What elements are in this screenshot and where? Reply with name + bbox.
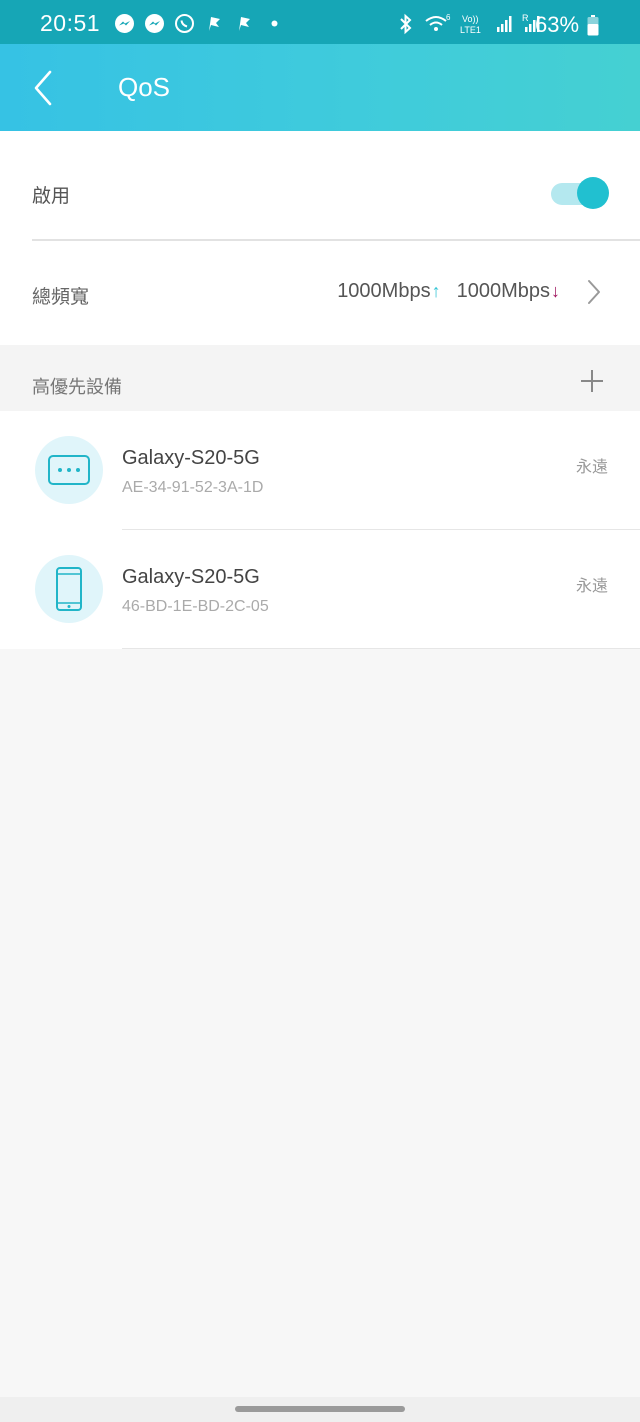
svg-text:6: 6 xyxy=(446,13,451,22)
wifi-icon: 6 xyxy=(424,13,452,39)
lte-label: LTE1 xyxy=(460,25,481,35)
dot-icon xyxy=(264,13,285,34)
other-device-icon xyxy=(48,455,90,485)
chevron-right-icon xyxy=(583,278,605,306)
app-header: QoS xyxy=(0,44,640,131)
status-bar: 20:51 6 Vo)) LTE1 R 63% xyxy=(0,0,640,44)
flag-icon xyxy=(204,13,225,34)
download-value: 1000Mbps xyxy=(456,280,550,302)
device-avatar xyxy=(35,555,103,623)
system-icons: 6 Vo)) LTE1 R xyxy=(396,13,542,39)
enable-toggle[interactable] xyxy=(549,175,611,211)
device-name: Galaxy-S20-5G xyxy=(122,566,260,588)
phone-icon xyxy=(56,567,82,611)
whatsapp-icon xyxy=(174,13,195,34)
messenger-icon xyxy=(144,13,165,34)
device-duration: 永遠 xyxy=(575,576,608,595)
flag-icon xyxy=(234,13,255,34)
back-button[interactable] xyxy=(30,68,60,108)
battery-percentage: 63% xyxy=(535,12,580,37)
roaming-label: R xyxy=(522,13,529,23)
volte-label: Vo)) xyxy=(462,14,479,24)
chevron-left-icon xyxy=(34,70,52,106)
status-time: 20:51 xyxy=(40,10,101,36)
divider xyxy=(32,239,640,241)
row-divider xyxy=(122,648,640,649)
bluetooth-icon xyxy=(396,13,416,39)
volte-icon: Vo)) LTE1 xyxy=(460,13,488,39)
battery-icon xyxy=(587,15,599,36)
page-title: QoS xyxy=(118,72,171,102)
upload-value: 1000Mbps xyxy=(337,280,431,302)
device-mac: 46-BD-1E-BD-2C-05 xyxy=(122,598,269,615)
device-duration: 永遠 xyxy=(575,457,608,476)
priority-devices-label: 高優先設備 xyxy=(32,377,122,398)
messenger-icon xyxy=(114,13,135,34)
device-row[interactable]: Galaxy-S20-5G 46-BD-1E-BD-2C-05 永遠 xyxy=(0,530,640,649)
device-name: Galaxy-S20-5G xyxy=(122,447,260,469)
bandwidth-label: 總頻寬 xyxy=(32,286,90,308)
toggle-thumb xyxy=(577,177,609,209)
notification-icons xyxy=(114,13,285,34)
priority-devices-header: 高優先設備 xyxy=(0,345,640,411)
device-list: Galaxy-S20-5G AE-34-91-52-3A-1D 永遠 Galax… xyxy=(0,411,640,649)
home-indicator[interactable] xyxy=(235,1406,405,1412)
qos-settings-section: 啟用 總頻寬 1000Mbps ↑ 1000Mbps ↓ xyxy=(0,131,640,345)
enable-label: 啟用 xyxy=(32,185,71,207)
device-avatar xyxy=(35,436,103,504)
signal-icon xyxy=(496,13,514,39)
add-device-button[interactable] xyxy=(578,367,606,395)
bandwidth-values: 1000Mbps ↑ 1000Mbps ↓ xyxy=(337,280,560,303)
device-row[interactable]: Galaxy-S20-5G AE-34-91-52-3A-1D 永遠 xyxy=(0,411,640,530)
plus-icon xyxy=(581,370,603,392)
upload-arrow-icon: ↑ xyxy=(431,281,441,301)
device-mac: AE-34-91-52-3A-1D xyxy=(122,479,264,496)
download-arrow-icon: ↓ xyxy=(551,281,560,301)
